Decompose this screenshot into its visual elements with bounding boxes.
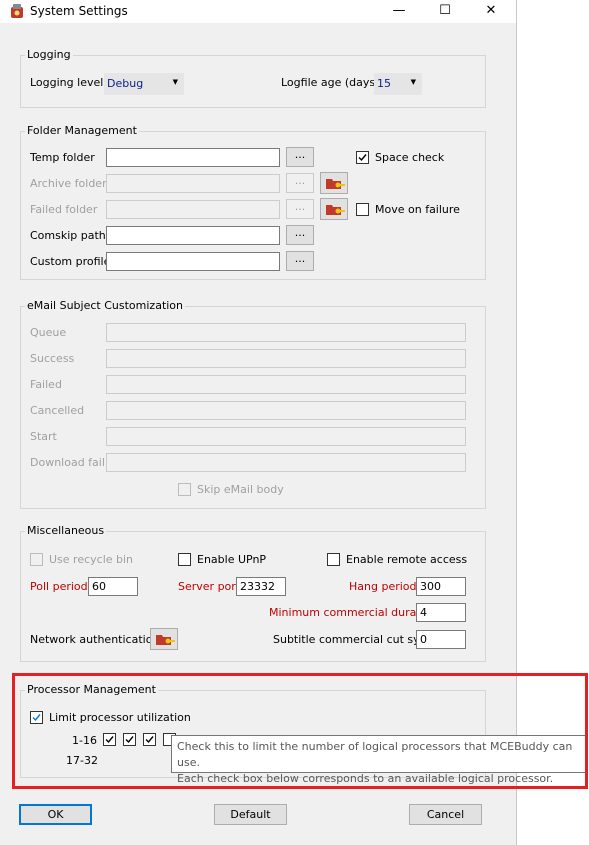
logfile-age-value: 15 xyxy=(377,77,391,90)
skip-email-body-label: Skip eMail body xyxy=(197,483,284,496)
move-on-failure-checkbox[interactable] xyxy=(356,203,369,216)
network-authentication-button[interactable] xyxy=(150,628,178,650)
failed-folder-browse-button[interactable]: ... xyxy=(286,199,314,219)
enable-upnp-label: Enable UPnP xyxy=(197,553,267,566)
enable-remote-access-checkbox[interactable] xyxy=(327,553,340,566)
maximize-button[interactable]: ☐ xyxy=(422,0,468,23)
folder-management-title: Folder Management xyxy=(25,124,139,137)
logging-level-value: Debug xyxy=(107,77,144,90)
success-input[interactable] xyxy=(106,349,466,368)
temp-folder-browse-button[interactable]: ... xyxy=(286,147,314,167)
move-on-failure-label: Move on failure xyxy=(375,203,460,216)
comskip-path-browse-button[interactable]: ... xyxy=(286,225,314,245)
enable-remote-access-label: Enable remote access xyxy=(346,553,468,566)
chevron-down-icon: ▼ xyxy=(172,78,178,86)
failed-folder-auth-button[interactable] xyxy=(320,198,348,220)
custom-profile-input[interactable] xyxy=(106,252,280,271)
cancelled-label: Cancelled xyxy=(30,404,85,417)
hang-period-input[interactable]: 300 xyxy=(416,577,466,596)
archive-folder-browse-button[interactable]: ... xyxy=(286,173,314,193)
logging-group-title: Logging xyxy=(25,48,73,61)
folder-key-icon xyxy=(326,179,345,189)
use-recycle-bin-label: Use recycle bin xyxy=(49,553,134,566)
failed-folder-input[interactable] xyxy=(106,200,280,219)
start-input[interactable] xyxy=(106,427,466,446)
custom-profile-label: Custom profile xyxy=(30,255,111,268)
success-label: Success xyxy=(30,352,75,365)
title-bar: System Settings — ☐ ✕ xyxy=(0,0,516,23)
queue-input[interactable] xyxy=(106,323,466,342)
comskip-path-label: Comskip path xyxy=(30,229,106,242)
email-subject-title: eMail Subject Customization xyxy=(25,299,186,312)
custom-profile-browse-button[interactable]: ... xyxy=(286,251,314,271)
poll-period-label: Poll period xyxy=(30,580,88,593)
archive-folder-input[interactable] xyxy=(106,174,280,193)
folder-key-icon xyxy=(156,635,175,645)
archive-folder-label: Archive folder xyxy=(30,177,107,190)
server-port-input[interactable]: 23332 xyxy=(236,577,286,596)
ok-button[interactable]: OK xyxy=(19,804,92,825)
logging-level-select[interactable]: Debug ▼ xyxy=(104,73,184,95)
highlight-box xyxy=(12,673,588,789)
temp-folder-input[interactable] xyxy=(106,148,280,167)
start-label: Start xyxy=(30,430,57,443)
minimum-commercial-duration-input[interactable]: 4 xyxy=(416,603,466,622)
failed-folder-label: Failed folder xyxy=(30,203,98,216)
archive-folder-auth-button[interactable] xyxy=(320,172,348,194)
chevron-down-icon: ▼ xyxy=(410,78,416,86)
download-fail-input[interactable] xyxy=(106,453,466,472)
app-icon xyxy=(11,4,23,18)
subtitle-commercial-cut-sync-input[interactable]: 0 xyxy=(416,630,466,649)
comskip-path-input[interactable] xyxy=(106,226,280,245)
failed-input[interactable] xyxy=(106,375,466,394)
miscellaneous-title: Miscellaneous xyxy=(25,524,107,537)
failed-label: Failed xyxy=(30,378,62,391)
minimize-button[interactable]: — xyxy=(376,0,422,23)
download-fail-label: Download fail xyxy=(30,456,105,469)
network-authentication-label: Network authentication xyxy=(30,633,160,646)
window-title: System Settings xyxy=(30,4,128,18)
close-button[interactable]: ✕ xyxy=(468,0,514,23)
subtitle-commercial-cut-sync-label: Subtitle commercial cut sync xyxy=(273,633,433,646)
minimum-commercial-duration-label: Minimum commercial duration xyxy=(269,606,438,619)
space-check-checkbox[interactable] xyxy=(356,151,369,164)
queue-label: Queue xyxy=(30,326,67,339)
poll-period-input[interactable]: 60 xyxy=(88,577,138,596)
logfile-age-select[interactable]: 15 ▼ xyxy=(374,73,422,95)
default-button[interactable]: Default xyxy=(214,804,287,825)
cancelled-input[interactable] xyxy=(106,401,466,420)
space-check-label: Space check xyxy=(375,151,445,164)
temp-folder-label: Temp folder xyxy=(30,151,95,164)
logfile-age-label: Logfile age (days) xyxy=(281,76,380,89)
enable-upnp-checkbox[interactable] xyxy=(178,553,191,566)
use-recycle-bin-checkbox[interactable] xyxy=(30,553,43,566)
hang-period-label: Hang period xyxy=(349,580,417,593)
logging-level-label: Logging level xyxy=(30,76,104,89)
cancel-button[interactable]: Cancel xyxy=(409,804,482,825)
folder-key-icon xyxy=(326,205,345,215)
skip-email-body-checkbox[interactable] xyxy=(178,483,191,496)
check-icon xyxy=(358,154,367,162)
server-port-label: Server port xyxy=(178,580,241,593)
